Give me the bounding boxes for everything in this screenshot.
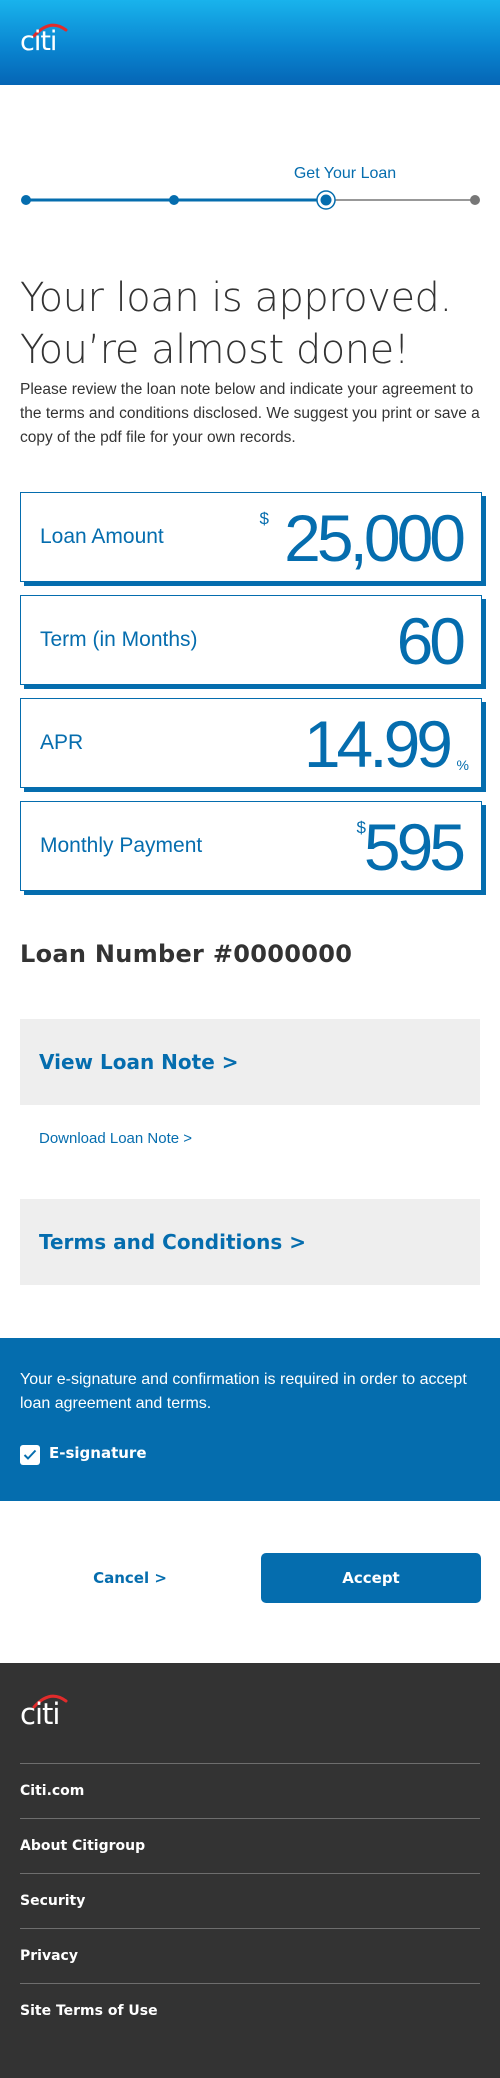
progress-tracker: Get Your Loan xyxy=(20,160,480,210)
view-loan-note-label: View Loan Note > xyxy=(39,1050,239,1074)
percent-suffix: % xyxy=(456,757,469,773)
footer-links: Citi.com About Citigroup Security Privac… xyxy=(20,1763,480,2038)
monthly-payment-card: Monthly Payment $ 595 xyxy=(20,801,482,891)
footer-link-security[interactable]: Security xyxy=(20,1873,480,1928)
footer-link-privacy[interactable]: Privacy xyxy=(20,1928,480,1983)
loan-amount-card: Loan Amount $ 25,000 xyxy=(20,492,482,582)
esignature-checkbox[interactable] xyxy=(20,1445,40,1465)
logo-text: citi xyxy=(20,1697,60,1731)
cancel-button[interactable]: Cancel > xyxy=(20,1553,240,1603)
view-loan-note-button[interactable]: View Loan Note > xyxy=(20,1019,480,1105)
footer-link-about-citigroup[interactable]: About Citigroup xyxy=(20,1818,480,1873)
card-label: Loan Amount xyxy=(40,525,164,548)
step-4-dot xyxy=(470,195,480,205)
esignature-label[interactable]: E-signature xyxy=(49,1444,147,1462)
loan-amount-value: 25,000 xyxy=(284,501,466,575)
card-label: Monthly Payment xyxy=(40,834,203,857)
footer-link-site-terms[interactable]: Site Terms of Use xyxy=(20,1983,480,2038)
page-title: Your loan is approved. You’re almost don… xyxy=(20,272,480,376)
checkmark-icon xyxy=(23,1449,37,1460)
dollar-prefix: $ xyxy=(259,509,269,528)
logo-text: citi xyxy=(20,26,57,57)
esignature-message: Your e-signature and confirmation is req… xyxy=(20,1371,467,1412)
term-card: Term (in Months) 60 xyxy=(20,595,482,685)
intro-text: Please review the loan note below and in… xyxy=(20,381,480,446)
terms-and-conditions-button[interactable]: Terms and Conditions > xyxy=(20,1199,480,1285)
apr-value: 14.99 xyxy=(303,707,453,781)
card-label: Term (in Months) xyxy=(40,628,198,651)
monthly-payment-value: 595 xyxy=(363,810,466,884)
loan-number: Loan Number #0000000 xyxy=(20,940,353,968)
download-loan-note-link[interactable]: Download Loan Note > xyxy=(39,1130,192,1147)
title-line-1: Your loan is approved. xyxy=(20,275,452,321)
progress-bar xyxy=(21,190,480,210)
current-step-label: Get Your Loan xyxy=(293,165,397,182)
apr-card: APR 14.99 % xyxy=(20,698,482,788)
citi-logo[interactable]: citi xyxy=(20,20,72,57)
accept-button[interactable]: Accept xyxy=(261,1553,481,1603)
terms-label: Terms and Conditions > xyxy=(39,1230,306,1254)
site-footer: citi Citi.com About Citigroup Security P… xyxy=(0,1663,500,2078)
app-header: citi xyxy=(0,0,500,85)
step-1-dot xyxy=(21,195,31,205)
term-value: 60 xyxy=(396,604,466,678)
card-label: APR xyxy=(40,731,84,754)
step-2-dot xyxy=(169,195,179,205)
footer-citi-logo[interactable]: citi xyxy=(20,1691,72,1731)
footer-link-citi-com[interactable]: Citi.com xyxy=(20,1763,480,1818)
title-line-2: You’re almost done! xyxy=(20,327,410,373)
esignature-panel: Your e-signature and confirmation is req… xyxy=(0,1338,500,1501)
